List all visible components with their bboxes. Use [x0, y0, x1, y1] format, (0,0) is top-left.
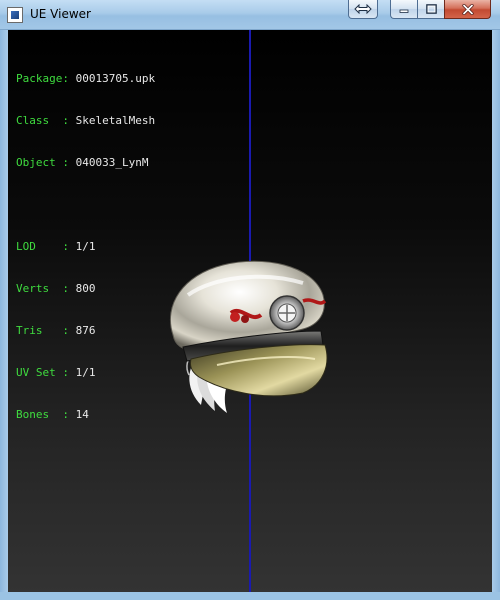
info-row-bones: Bones : 14: [16, 408, 155, 422]
info-row-tris: Tris : 876: [16, 324, 155, 338]
info-row-class: Class : SkeletalMesh: [16, 114, 155, 128]
close-icon: [461, 3, 474, 15]
info-value: 1/1: [75, 240, 96, 253]
info-value: 00013705.upk: [75, 72, 156, 85]
info-label: Object :: [16, 156, 69, 169]
info-label: Tris :: [16, 324, 69, 337]
info-value: 040033_LynM: [75, 156, 149, 169]
info-value: SkeletalMesh: [75, 114, 156, 127]
info-value: 800: [75, 282, 96, 295]
swap-arrows-icon: [354, 4, 372, 14]
close-button[interactable]: [444, 0, 491, 19]
maximize-icon: [425, 4, 437, 14]
title-bar[interactable]: UE Viewer: [0, 0, 500, 30]
cap-badge: [269, 295, 305, 331]
info-row-verts: Verts : 800: [16, 282, 155, 296]
info-label: LOD :: [16, 240, 69, 253]
mesh-info-overlay: Package: 00013705.upk Class : SkeletalMe…: [16, 44, 155, 450]
info-label: Class :: [16, 114, 69, 127]
info-value: 876: [75, 324, 96, 337]
info-label: Package:: [16, 72, 69, 85]
info-label: Verts :: [16, 282, 69, 295]
info-label: UV Set :: [16, 366, 69, 379]
info-label: Bones :: [16, 408, 69, 421]
info-row-uvset: UV Set : 1/1: [16, 366, 155, 380]
app-icon[interactable]: [7, 7, 23, 23]
window-title: UE Viewer: [30, 7, 91, 21]
info-row-package: Package: 00013705.upk: [16, 72, 155, 86]
mesh-viewport[interactable]: Package: 00013705.upk Class : SkeletalMe…: [8, 30, 492, 592]
swap-button[interactable]: [348, 0, 378, 19]
maximize-button[interactable]: [417, 0, 444, 19]
info-row-lod: LOD : 1/1: [16, 240, 155, 254]
minimize-icon: [399, 9, 409, 13]
window-frame-left: [0, 30, 8, 600]
skeletal-mesh-cap[interactable]: [153, 225, 333, 425]
window-frame-right: [492, 30, 500, 600]
info-value: 14: [75, 408, 89, 421]
window-frame-bottom: [0, 592, 500, 600]
info-value: 1/1: [75, 366, 96, 379]
app-window: UE Viewer Package: 00013705.upk Class: …: [0, 0, 500, 600]
info-row-object: Object : 040033_LynM: [16, 156, 155, 170]
minimize-button[interactable]: [390, 0, 417, 19]
